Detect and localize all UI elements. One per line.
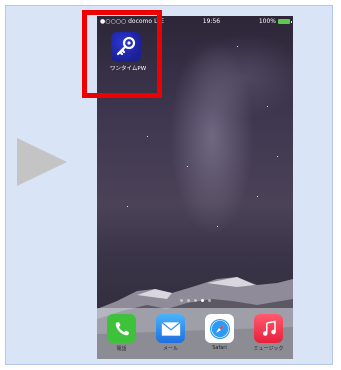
star <box>267 106 268 107</box>
page-dot-active[interactable] <box>200 299 204 302</box>
page-dot[interactable] <box>207 299 211 302</box>
star <box>277 156 278 157</box>
dock-label: ミュージック <box>253 346 284 352</box>
dock-label: Safari <box>212 345 227 351</box>
star <box>217 226 218 227</box>
star <box>257 196 258 197</box>
battery-percent-label: 100% <box>258 18 276 25</box>
dock-app-phone[interactable]: 電話 <box>105 314 139 352</box>
star <box>237 46 238 47</box>
dock-app-music[interactable]: ミュージック <box>252 314 286 352</box>
status-right: 100% <box>258 18 292 25</box>
star <box>127 206 128 207</box>
star <box>147 136 148 137</box>
play-arrow-icon <box>17 138 67 186</box>
dock-app-mail[interactable]: メール <box>154 314 188 352</box>
page-dot[interactable] <box>179 299 183 302</box>
mail-icon[interactable] <box>156 314 185 343</box>
page-dot[interactable] <box>186 299 190 302</box>
page-indicator[interactable] <box>97 299 293 302</box>
dock-label: メール <box>162 346 178 352</box>
battery-icon <box>278 19 292 24</box>
compass-icon[interactable] <box>205 314 234 343</box>
page-dot[interactable] <box>193 299 197 302</box>
phone-icon[interactable] <box>107 314 136 343</box>
highlight-frame <box>82 10 162 98</box>
dock-label: 電話 <box>116 346 127 352</box>
music-note-icon[interactable] <box>254 314 283 343</box>
clock-label: 19:56 <box>202 18 221 25</box>
star <box>187 166 188 167</box>
dock-app-safari[interactable]: Safari <box>203 314 237 351</box>
dock: 電話 メール Safari ミュージック <box>97 308 293 359</box>
